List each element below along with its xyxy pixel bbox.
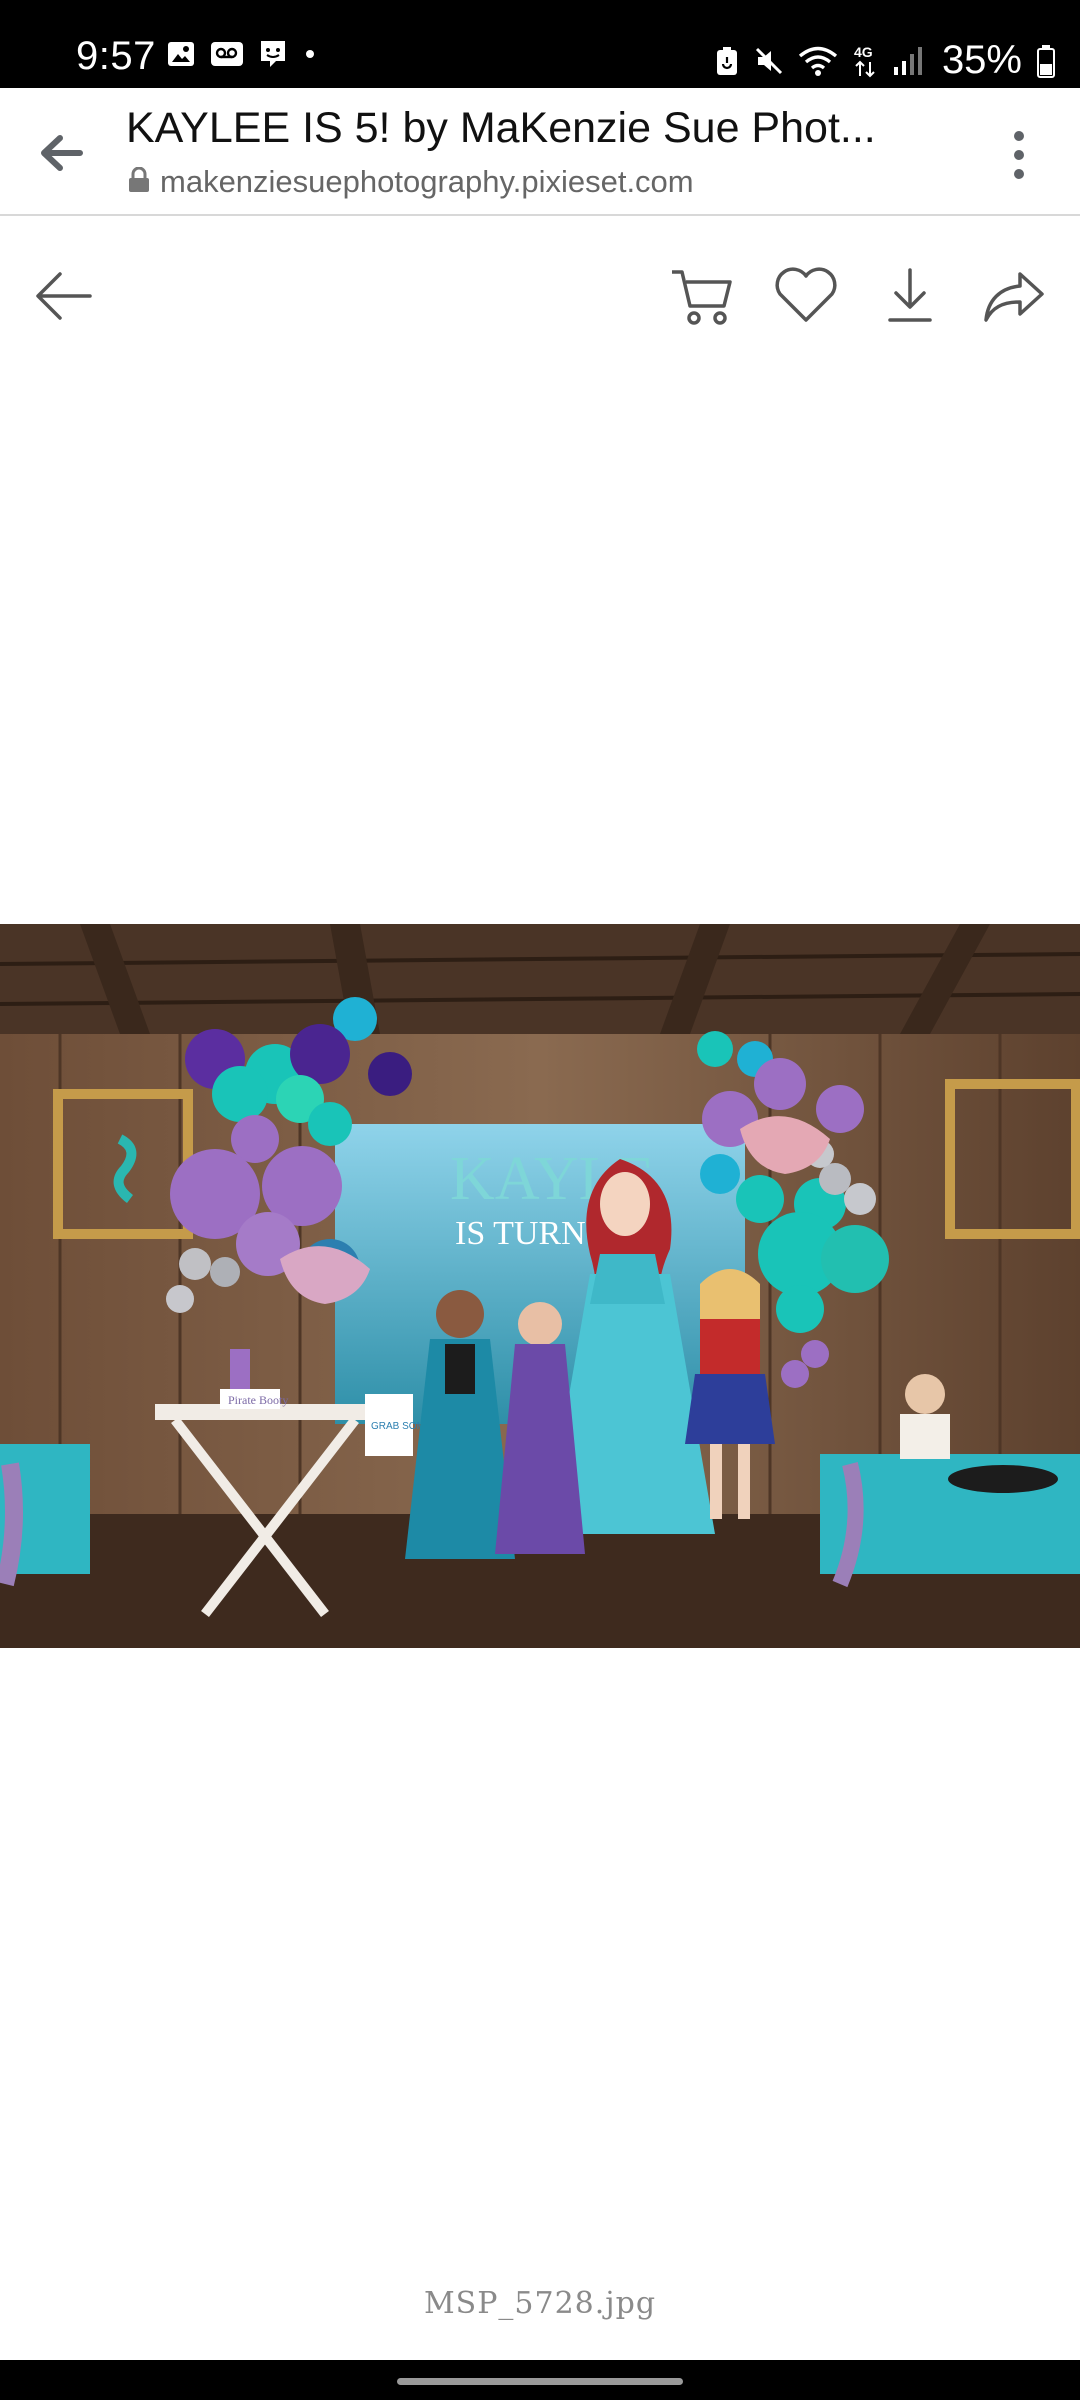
browser-address-bar: KAYLEE IS 5! by MaKenzie Sue Phot... mak… bbox=[0, 88, 1080, 216]
arrow-back-icon[interactable] bbox=[36, 128, 86, 178]
wifi-icon bbox=[798, 45, 838, 77]
system-nav-bar bbox=[0, 2360, 1080, 2400]
battery-icon bbox=[1036, 44, 1056, 78]
arrow-left-icon[interactable] bbox=[28, 260, 100, 332]
page-title: KAYLEE IS 5! by MaKenzie Sue Phot... bbox=[126, 104, 876, 152]
share-icon[interactable] bbox=[978, 260, 1050, 332]
signal-icon bbox=[892, 45, 924, 77]
home-gesture-pill[interactable] bbox=[397, 2378, 683, 2385]
url-row[interactable]: makenziesuephotography.pixieset.com bbox=[128, 164, 694, 200]
network-type-label: 4G bbox=[854, 44, 873, 60]
heart-icon[interactable] bbox=[770, 260, 842, 332]
battery-percent: 35% bbox=[941, 38, 1022, 82]
voicemail-icon bbox=[210, 39, 244, 69]
viewer-toolbar bbox=[0, 230, 1080, 360]
status-left-icons bbox=[166, 38, 318, 70]
status-time: 9:57 bbox=[76, 34, 156, 78]
status-bar: 9:57 4G 35% bbox=[0, 0, 1080, 88]
gallery-photo[interactable]: KAYLE IS TURN Pirate Booty GRAB SOME bbox=[0, 924, 1080, 1648]
4g-icon: 4G bbox=[852, 44, 878, 78]
more-vert-icon[interactable] bbox=[1004, 126, 1034, 184]
lock-icon bbox=[128, 166, 150, 198]
dot-icon bbox=[302, 39, 318, 69]
pirate-booty-sign: Pirate Booty bbox=[228, 1393, 288, 1407]
messenger-icon bbox=[258, 38, 288, 70]
page-url: makenziesuephotography.pixieset.com bbox=[160, 164, 694, 199]
cart-icon[interactable] bbox=[666, 260, 738, 332]
banner-age-text: IS TURN bbox=[455, 1215, 586, 1252]
status-right-icons: 4G 35% bbox=[714, 38, 1056, 83]
mute-icon bbox=[754, 46, 784, 76]
battery-saver-icon bbox=[714, 45, 740, 77]
photo-filename: MSP_5728.jpg bbox=[423, 2286, 657, 2321]
download-icon[interactable] bbox=[874, 260, 946, 332]
image-icon bbox=[166, 39, 196, 69]
